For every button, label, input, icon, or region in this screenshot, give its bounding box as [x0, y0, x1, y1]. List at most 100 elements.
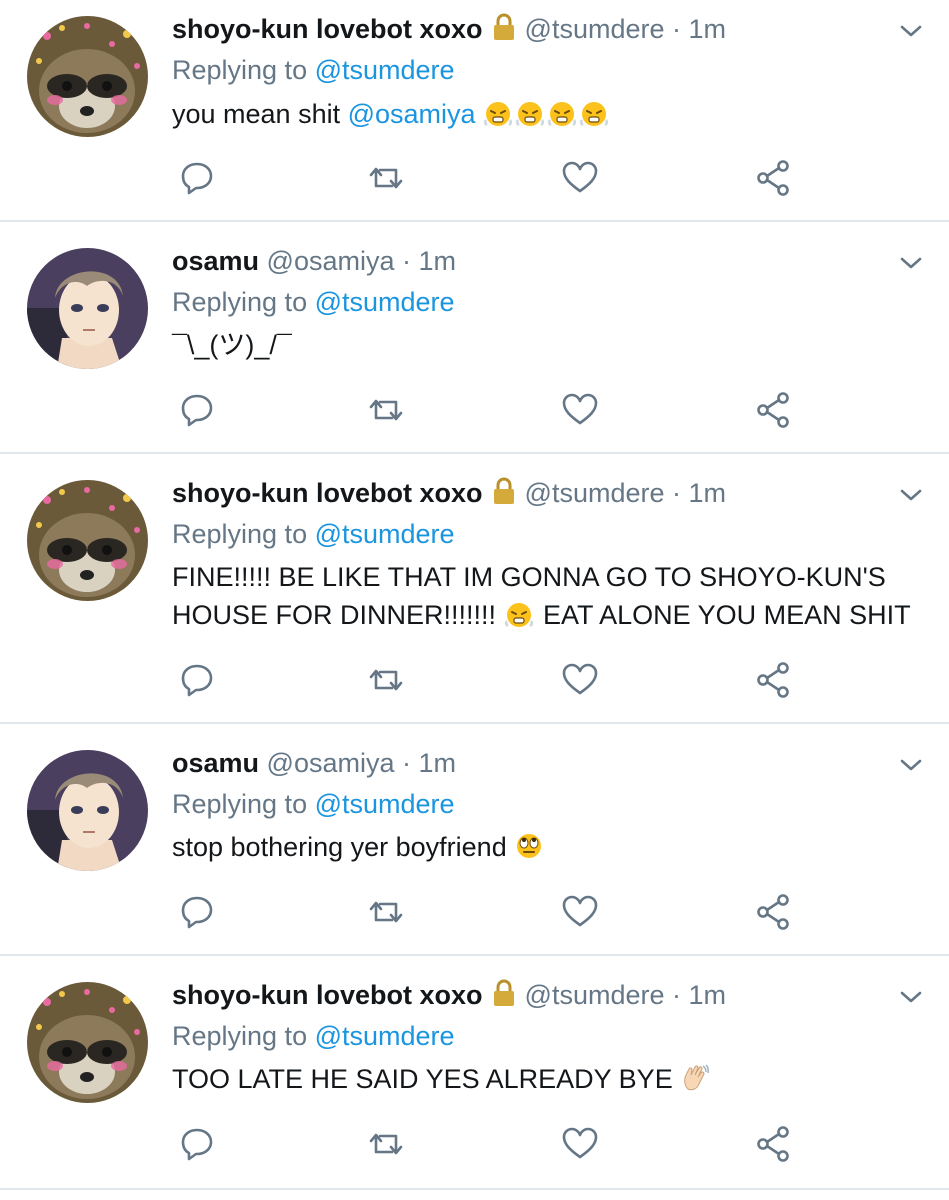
replying-mention[interactable]: @tsumdere	[315, 1021, 455, 1051]
reply-icon[interactable]	[177, 892, 217, 932]
chevron-down-icon[interactable]	[899, 254, 923, 272]
replying-mention[interactable]: @tsumdere	[315, 789, 455, 819]
replying-to: Replying to @tsumdere	[172, 1019, 455, 1053]
tweet-text-part: EAT ALONE YOU MEAN SHIT	[535, 600, 911, 630]
tweet-text-part: stop bothering yer boyfriend	[172, 832, 515, 862]
tweet[interactable]: shoyo-kun lovebot xoxo @tsumdere · 1m Rep…	[0, 956, 949, 1190]
replying-mention[interactable]: @tsumdere	[315, 519, 455, 549]
chevron-down-icon[interactable]	[899, 486, 923, 504]
raccoon-avatar-image	[27, 982, 148, 1103]
retweet-icon[interactable]	[366, 1124, 406, 1164]
timestamp[interactable]: 1m	[689, 14, 727, 44]
timestamp[interactable]: 1m	[419, 246, 457, 276]
display-name[interactable]: osamu	[172, 246, 259, 276]
replying-to: Replying to @tsumdere	[172, 285, 455, 319]
like-icon[interactable]	[560, 1124, 600, 1164]
face-with-steam-emoji	[484, 102, 513, 127]
replying-to: Replying to @tsumdere	[172, 787, 455, 821]
face-with-steam-emoji	[516, 102, 545, 127]
tweet-header: osamu @osamiya · 1m	[172, 746, 456, 780]
replying-prefix: Replying to	[172, 519, 308, 549]
handle[interactable]: @osamiya	[267, 748, 395, 778]
timestamp[interactable]: 1m	[689, 478, 727, 508]
tweet[interactable]: osamu @osamiya · 1m Replying to @tsumder…	[0, 222, 949, 454]
raccoon-avatar-image	[27, 480, 148, 601]
tweet-actions	[0, 1124, 949, 1168]
tweet-text: ¯\_(ツ)_/¯	[172, 326, 932, 364]
replying-prefix: Replying to	[172, 789, 308, 819]
tweet-header: shoyo-kun lovebot xoxo @tsumdere · 1m	[172, 978, 726, 1012]
tweet-actions	[0, 390, 949, 434]
tweet-text-part: TOO LATE HE SAID YES ALREADY BYE	[172, 1064, 681, 1094]
chevron-down-icon[interactable]	[899, 988, 923, 1006]
timeline: shoyo-kun lovebot xoxo @tsumdere · 1m Rep…	[0, 0, 949, 1200]
tweet-text-part: you mean shit	[172, 99, 348, 129]
tweet-header: shoyo-kun lovebot xoxo @tsumdere · 1m	[172, 12, 726, 46]
share-icon[interactable]	[753, 390, 793, 430]
reply-icon[interactable]	[177, 660, 217, 700]
handle[interactable]: @tsumdere	[525, 980, 665, 1010]
tweet-text-part	[476, 99, 484, 129]
tweet[interactable]: osamu @osamiya · 1m Replying to @tsumder…	[0, 724, 949, 956]
handle[interactable]: @osamiya	[267, 246, 395, 276]
like-icon[interactable]	[560, 892, 600, 932]
osamu-avatar-image	[27, 750, 148, 871]
tweet-text: FINE!!!!! BE LIKE THAT IM GONNA GO TO SH…	[172, 558, 942, 634]
separator: ·	[402, 748, 412, 778]
retweet-icon[interactable]	[366, 892, 406, 932]
replying-mention[interactable]: @tsumdere	[315, 287, 455, 317]
like-icon[interactable]	[560, 158, 600, 198]
avatar-raccoon[interactable]	[27, 982, 148, 1103]
display-name[interactable]: osamu	[172, 748, 259, 778]
lock-icon	[491, 12, 517, 42]
tweet-text-part: ¯\_(ツ)_/¯	[172, 330, 292, 360]
avatar-raccoon[interactable]	[27, 16, 148, 137]
chevron-down-icon[interactable]	[899, 756, 923, 774]
reply-icon[interactable]	[177, 390, 217, 430]
tweet-text-line: FINE!!!!! BE LIKE THAT IM GONNA GO TO SH…	[172, 562, 886, 592]
like-icon[interactable]	[560, 660, 600, 700]
timestamp[interactable]: 1m	[419, 748, 457, 778]
retweet-icon[interactable]	[366, 660, 406, 700]
retweet-icon[interactable]	[366, 158, 406, 198]
tweet[interactable]: shoyo-kun lovebot xoxo @tsumdere · 1m Rep…	[0, 454, 949, 724]
handle[interactable]: @tsumdere	[525, 14, 665, 44]
mention-link[interactable]: @osamiya	[348, 99, 476, 129]
display-name[interactable]: shoyo-kun lovebot xoxo	[172, 980, 483, 1010]
avatar-raccoon[interactable]	[27, 480, 148, 601]
timestamp[interactable]: 1m	[689, 980, 727, 1010]
osamu-avatar-image	[27, 248, 148, 369]
lock-icon	[491, 978, 517, 1008]
raccoon-avatar-image	[27, 16, 148, 137]
reply-icon[interactable]	[177, 158, 217, 198]
separator: ·	[672, 980, 682, 1010]
face-with-steam-emoji	[580, 102, 609, 127]
share-icon[interactable]	[753, 660, 793, 700]
tweet[interactable]: shoyo-kun lovebot xoxo @tsumdere · 1m Rep…	[0, 0, 949, 222]
tweet-text: TOO LATE HE SAID YES ALREADY BYE	[172, 1060, 932, 1098]
chevron-down-icon[interactable]	[899, 22, 923, 40]
share-icon[interactable]	[753, 892, 793, 932]
tweet-header: shoyo-kun lovebot xoxo @tsumdere · 1m	[172, 476, 726, 510]
like-icon[interactable]	[560, 390, 600, 430]
share-icon[interactable]	[753, 158, 793, 198]
display-name[interactable]: shoyo-kun lovebot xoxo	[172, 478, 483, 508]
face-with-steam-emoji	[548, 102, 577, 127]
tweet-text-line: HOUSE FOR DINNER!!!!!!! EAT ALONE YOU ME…	[172, 596, 942, 634]
replying-prefix: Replying to	[172, 55, 308, 85]
replying-prefix: Replying to	[172, 287, 308, 317]
handle[interactable]: @tsumdere	[525, 478, 665, 508]
retweet-icon[interactable]	[366, 390, 406, 430]
share-icon[interactable]	[753, 1124, 793, 1164]
avatar-osamu[interactable]	[27, 750, 148, 871]
display-name[interactable]: shoyo-kun lovebot xoxo	[172, 14, 483, 44]
separator: ·	[402, 246, 412, 276]
replying-mention[interactable]: @tsumdere	[315, 55, 455, 85]
separator: ·	[672, 478, 682, 508]
eye-roll-emoji	[517, 834, 542, 858]
replying-to: Replying to @tsumdere	[172, 517, 455, 551]
tweet-actions	[0, 892, 949, 936]
reply-icon[interactable]	[177, 1124, 217, 1164]
tweet-text: stop bothering yer boyfriend	[172, 828, 932, 866]
avatar-osamu[interactable]	[27, 248, 148, 369]
